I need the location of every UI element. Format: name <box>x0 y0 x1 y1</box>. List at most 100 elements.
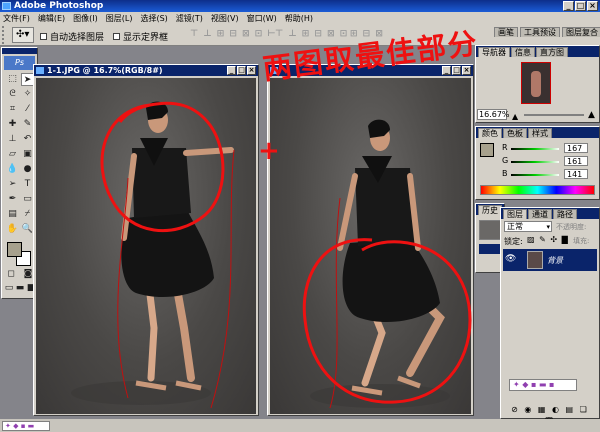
maximize-button[interactable]: □ <box>575 1 586 11</box>
document-1-minimize-button[interactable]: _ <box>227 66 236 75</box>
menu-window[interactable]: 窗口(W) <box>247 13 277 24</box>
menu-layer[interactable]: 图层(L) <box>106 13 133 24</box>
document-icon <box>36 67 44 74</box>
red-channel-slider[interactable] <box>511 148 559 150</box>
zoom-in-icon[interactable]: ▲ <box>588 110 595 120</box>
menu-bar: 文件(F) 编辑(E) 图像(I) 图层(L) 选择(S) 滤镜(T) 视图(V… <box>0 12 600 24</box>
document-1-canvas[interactable] <box>36 78 256 414</box>
path-selection-tool-icon[interactable]: ➢ <box>6 178 19 191</box>
toolbox-titlebar[interactable] <box>2 48 37 54</box>
tab-styles[interactable]: 样式 <box>528 128 552 138</box>
auto-select-layer-option[interactable]: 自动选择图层 <box>40 30 104 43</box>
crop-tool-icon[interactable]: ⌗ <box>6 103 19 116</box>
foreground-color-swatch[interactable] <box>7 242 22 257</box>
standard-mode-icon[interactable]: ◻ <box>4 269 18 280</box>
color-panel: 颜色 色板 样式 R 167 G 161 B 141 <box>475 126 600 200</box>
document-1-close-button[interactable]: × <box>247 66 256 75</box>
menu-view[interactable]: 视图(V) <box>211 13 239 24</box>
taskbar-style-strip[interactable]: ✦ ◆ ▪ ▬ <box>2 421 50 431</box>
document-1-titlebar[interactable]: 1-1.JPG @ 16.7%(RGB/8#) _ □ × <box>34 65 258 76</box>
lock-icons[interactable]: ▨ ✎ ✣ ▇ <box>527 235 569 244</box>
palette-well-tab-layer-comps[interactable]: 图层复合 <box>562 27 600 37</box>
layer-name: 背景 <box>547 256 563 265</box>
layers-panel-footer-buttons[interactable]: ⊘ ◉ ▦ ◐ ▤ ❏ 🗑 <box>503 404 597 426</box>
layer-thumbnail <box>527 251 543 269</box>
blue-channel-slider[interactable] <box>511 174 559 176</box>
blue-channel-value[interactable]: 141 <box>564 169 588 179</box>
tab-paths[interactable]: 路径 <box>553 209 577 219</box>
move-tool-preset-picker[interactable]: ✣▾ <box>12 27 34 43</box>
document-2-close-button[interactable]: × <box>462 66 471 75</box>
close-button[interactable]: × <box>587 1 598 11</box>
status-bar: ✦ ◆ ▪ ▬ <box>0 419 600 432</box>
chevron-down-icon: ▾ <box>546 223 550 231</box>
photoshop-app-icon <box>2 2 11 10</box>
eraser-tool-icon[interactable]: ▱ <box>6 148 19 161</box>
blend-mode-select[interactable]: 正常 ▾ <box>504 221 552 232</box>
marquee-tool-icon[interactable]: ⬚ <box>6 73 19 86</box>
history-state-item[interactable] <box>479 244 501 254</box>
menu-edit[interactable]: 编辑(E) <box>38 13 65 24</box>
adobe-online-icon[interactable]: Ps <box>4 56 35 70</box>
lasso-tool-icon[interactable]: ᘓ <box>6 88 19 101</box>
minimize-button[interactable]: _ <box>563 1 574 11</box>
navigator-zoom-field[interactable]: 16.67% <box>477 109 510 120</box>
document-1-maximize-button[interactable]: □ <box>237 66 246 75</box>
auto-select-label: 自动选择图层 <box>50 33 105 43</box>
tab-channels[interactable]: 通道 <box>528 209 552 219</box>
layer-style-strip[interactable]: ✦ ◆ ▪ ▬ ▪ <box>509 379 577 391</box>
menu-help[interactable]: 帮助(H) <box>285 13 313 24</box>
document-window-2: _ □ × <box>267 64 474 416</box>
show-bounds-checkbox[interactable] <box>113 33 120 40</box>
align-buttons-disabled: ⊤ ⊥ ⊞ ⊟ ⊠ ⊡ ⊢ <box>190 29 277 39</box>
tab-history[interactable]: 历史 <box>478 205 502 215</box>
document-2-canvas[interactable] <box>270 78 471 414</box>
options-grip[interactable] <box>2 26 9 44</box>
tab-info[interactable]: 信息 <box>511 47 535 57</box>
tab-navigator[interactable]: 导航器 <box>478 47 510 57</box>
clone-stamp-tool-icon[interactable]: ⊥ <box>6 133 19 146</box>
pen-tool-icon[interactable]: ✒ <box>6 193 19 206</box>
tab-color[interactable]: 颜色 <box>478 128 502 138</box>
show-bounds-option[interactable]: 显示定界框 <box>113 30 168 43</box>
app-title: Adobe Photoshop <box>14 1 104 11</box>
color-spectrum-bar[interactable] <box>480 185 595 195</box>
zoom-out-icon[interactable]: ▲ <box>512 112 518 121</box>
tab-layers[interactable]: 图层 <box>503 209 527 219</box>
healing-brush-tool-icon[interactable]: ✚ <box>6 118 19 131</box>
green-channel-label: G <box>502 156 509 165</box>
eye-icon[interactable]: 👁 <box>505 254 516 264</box>
navigator-zoom-slider[interactable] <box>524 114 584 116</box>
woman-figure-2 <box>310 119 450 409</box>
green-channel-value[interactable]: 161 <box>564 156 588 166</box>
document-2-minimize-button[interactable]: _ <box>442 66 451 75</box>
notes-tool-icon[interactable]: ▤ <box>6 208 19 221</box>
menu-filter[interactable]: 滤镜(T) <box>176 13 203 24</box>
color-panel-foreground-swatch[interactable] <box>480 143 494 157</box>
palette-well-tab-tool-presets[interactable]: 工具预设 <box>520 27 560 37</box>
navigator-panel: 导航器 信息 直方图 16.67% ▲ ▲ <box>475 45 600 123</box>
menu-image[interactable]: 图像(I) <box>73 13 98 24</box>
document-window-1: 1-1.JPG @ 16.7%(RGB/8#) _ □ × <box>33 64 259 416</box>
tab-histogram[interactable]: 直方图 <box>536 47 568 57</box>
tab-swatches[interactable]: 色板 <box>503 128 527 138</box>
fill-label: 填充: <box>573 237 590 245</box>
screen-mode-full-menu-icon[interactable]: ▬ <box>15 283 25 294</box>
screen-mode-standard-icon[interactable]: ▭ <box>4 283 14 294</box>
hand-tool-icon[interactable]: ✋ <box>6 223 19 236</box>
document-1-title: 1-1.JPG @ 16.7%(RGB/8#) <box>47 66 163 75</box>
green-channel-slider[interactable] <box>511 161 559 163</box>
layer-row-background[interactable]: 👁 背景 <box>503 249 597 271</box>
auto-select-checkbox[interactable] <box>40 33 47 40</box>
menu-file[interactable]: 文件(F) <box>3 13 30 24</box>
navigator-thumbnail[interactable] <box>521 62 551 104</box>
document-2-maximize-button[interactable]: □ <box>452 66 461 75</box>
navigator-thumbnail-figure <box>531 71 541 97</box>
red-channel-value[interactable]: 167 <box>564 143 588 153</box>
palette-well-tab-brushes[interactable]: 画笔 <box>494 27 518 37</box>
blur-tool-icon[interactable]: 💧 <box>6 163 19 176</box>
app-titlebar: Adobe Photoshop _ □ × <box>0 0 600 12</box>
menu-select[interactable]: 选择(S) <box>140 13 167 24</box>
annotation-plus-sign: + <box>258 136 280 166</box>
history-snapshot-thumbnail[interactable] <box>479 220 501 240</box>
